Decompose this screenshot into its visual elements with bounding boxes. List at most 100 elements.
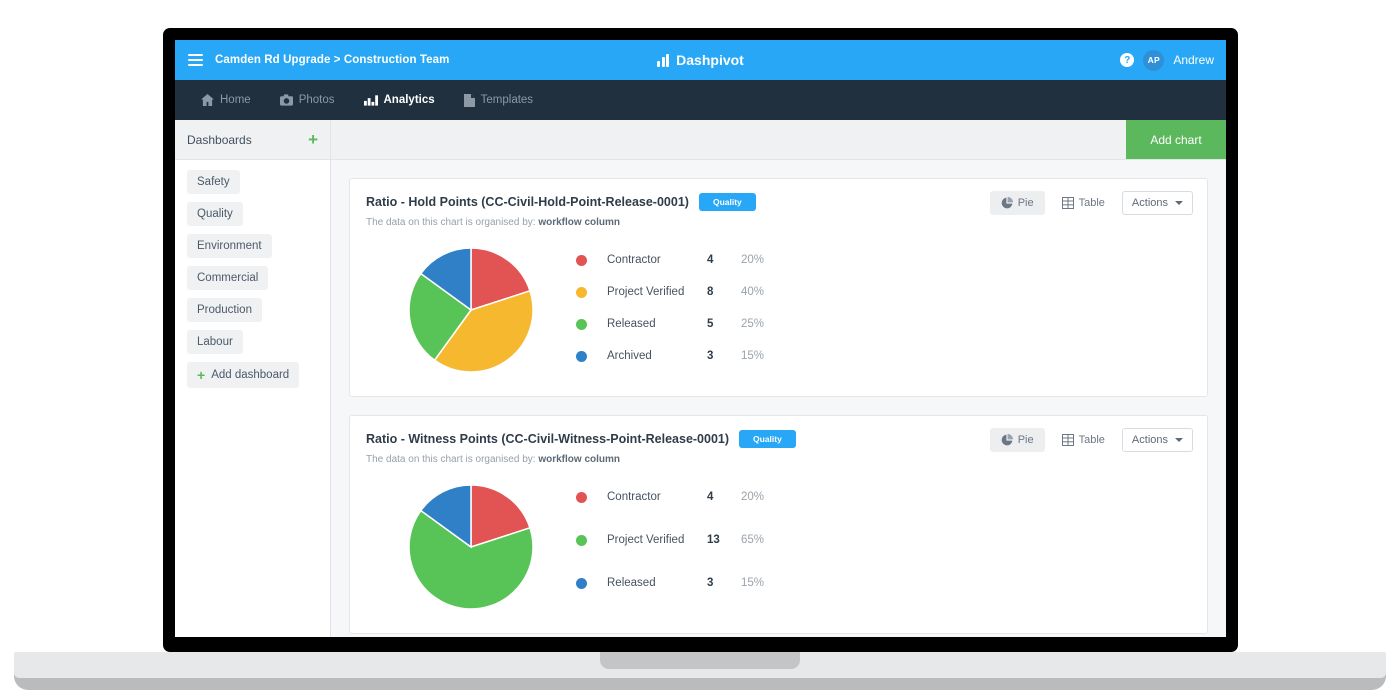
nav-item-photos-label: Photos: [298, 94, 335, 106]
legend-label: Released: [607, 577, 656, 589]
table-view-button[interactable]: Table: [1051, 191, 1116, 215]
sidebar-item-commercial[interactable]: Commercial: [187, 266, 269, 290]
sidebar-item-labour[interactable]: Labour: [187, 330, 243, 354]
status-badge: Quality: [739, 430, 796, 448]
pie-chart-hold-points: [366, 240, 576, 374]
avatar[interactable]: AP: [1143, 49, 1165, 71]
laptop-trackpad-notch: [600, 652, 800, 669]
legend-label: Contractor: [607, 491, 661, 503]
actions-dropdown-button[interactable]: Actions: [1121, 191, 1193, 215]
add-dashboard-button[interactable]: + Add dashboard: [187, 362, 300, 388]
topbar-right-group: ? AP Andrew: [1120, 49, 1214, 71]
card-subtitle-prefix: The data on this chart is organised by:: [366, 217, 536, 228]
plus-icon[interactable]: +: [308, 131, 318, 148]
pie-chart-icon: [1001, 434, 1013, 446]
sidebar-header: Dashboards +: [175, 120, 330, 160]
list-item: Released 3 15%: [576, 577, 1191, 589]
dashboard-list: Safety Quality Environment Commercial Pr…: [175, 160, 330, 388]
list-item: Project Verified 13 65%: [576, 534, 1191, 546]
list-item: Project Verified 8 40%: [576, 286, 1191, 298]
pie-view-label: Pie: [1017, 434, 1034, 446]
add-dashboard-label: Add dashboard: [211, 369, 290, 381]
legend-color-swatch: [576, 577, 587, 589]
list-item: Archived 3 15%: [576, 350, 1191, 362]
workspace: Dashboards + Safety Quality Environment …: [175, 120, 1226, 637]
nav-item-templates[interactable]: Templates: [452, 88, 545, 113]
legend-color-swatch: [576, 286, 587, 298]
list-item: Contractor 4 20%: [576, 491, 1191, 503]
pie-view-button[interactable]: Pie: [989, 428, 1045, 452]
analytics-chart-icon: [363, 94, 378, 106]
chart-cards-container[interactable]: Ratio - Hold Points (CC-Civil-Hold-Point…: [331, 160, 1226, 637]
legend-value: 5: [707, 318, 714, 330]
sidebar-item-production[interactable]: Production: [187, 298, 262, 322]
pie-chart-witness-points: [366, 477, 576, 611]
card-toolbar: Pie Table Actions: [989, 428, 1193, 452]
legend-color-swatch: [576, 491, 587, 503]
card-subtitle: The data on this chart is organised by: …: [366, 217, 1191, 228]
legend-percentage: 25%: [741, 318, 765, 330]
page-title: Ratio - Hold Points (CC-Civil-Hold-Point…: [366, 195, 689, 209]
hamburger-menu-icon[interactable]: [188, 54, 203, 66]
legend-value: 3: [707, 350, 714, 362]
nav-item-analytics[interactable]: Analytics: [352, 88, 447, 112]
chevron-down-icon: [1175, 438, 1183, 442]
question-mark-icon[interactable]: ?: [1120, 53, 1135, 67]
card-subtitle-source: workflow column: [538, 217, 620, 228]
user-name[interactable]: Andrew: [1173, 53, 1214, 67]
card-subtitle-source: workflow column: [538, 454, 620, 465]
main-navigation: Home Photos Analytics Templates: [175, 80, 1226, 120]
breadcrumb[interactable]: Camden Rd Upgrade > Construction Team: [215, 54, 449, 66]
legend-value: 3: [707, 577, 714, 589]
legend-percentage: 15%: [741, 350, 765, 362]
laptop-mockup: Camden Rd Upgrade > Construction Team Da…: [0, 0, 1400, 700]
actions-label: Actions: [1131, 434, 1168, 446]
card-toolbar: Pie Table Actions: [989, 191, 1193, 215]
page-title: Ratio - Witness Points (CC-Civil-Witness…: [366, 432, 730, 446]
table-view-label: Table: [1078, 434, 1105, 446]
table-view-button[interactable]: Table: [1051, 428, 1116, 452]
list-item: Contractor 4 20%: [576, 254, 1191, 266]
content-area: Add chart Ratio - Hold Points (CC-Civil-…: [331, 120, 1226, 637]
pie-chart-icon: [1001, 197, 1013, 209]
legend-value: 13: [707, 534, 720, 546]
chevron-down-icon: [1175, 201, 1183, 205]
legend-percentage: 40%: [741, 286, 765, 298]
legend-percentage: 20%: [741, 491, 765, 503]
chart-card-hold-points: Ratio - Hold Points (CC-Civil-Hold-Point…: [349, 178, 1208, 397]
pie-view-button[interactable]: Pie: [989, 191, 1045, 215]
legend-label: Released: [607, 318, 656, 330]
add-chart-button[interactable]: Add chart: [1126, 120, 1226, 159]
legend-color-swatch: [576, 318, 587, 330]
camera-icon: [279, 94, 293, 106]
card-body: Contractor 4 20% Project Verified 8 40%: [350, 234, 1207, 396]
chart-legend: Contractor 4 20% Project Verified 13 65%: [576, 477, 1191, 589]
brand-name: Dashpivot: [676, 52, 744, 68]
legend-value: 4: [707, 254, 714, 266]
plus-icon: +: [197, 367, 206, 383]
nav-item-templates-label: Templates: [480, 94, 534, 106]
document-icon: [463, 93, 475, 107]
nav-item-photos[interactable]: Photos: [268, 88, 347, 112]
sidebar-item-safety[interactable]: Safety: [187, 170, 240, 194]
card-subtitle-prefix: The data on this chart is organised by:: [366, 454, 536, 465]
sidebar-item-quality[interactable]: Quality: [187, 202, 243, 226]
home-icon: [201, 94, 214, 106]
sidebar-item-environment[interactable]: Environment: [187, 234, 272, 258]
legend-color-swatch: [576, 254, 587, 266]
card-subtitle: The data on this chart is organised by: …: [366, 454, 1191, 465]
nav-item-home[interactable]: Home: [189, 88, 263, 112]
table-grid-icon: [1061, 434, 1074, 446]
list-item: Released 5 25%: [576, 318, 1191, 330]
actions-dropdown-button[interactable]: Actions: [1121, 428, 1193, 452]
top-brand-bar: Camden Rd Upgrade > Construction Team Da…: [175, 40, 1226, 80]
table-grid-icon: [1061, 197, 1074, 209]
status-badge: Quality: [698, 193, 756, 211]
chart-legend: Contractor 4 20% Project Verified 8 40%: [576, 240, 1191, 362]
pie-svg: [408, 247, 534, 373]
card-body: Contractor 4 20% Project Verified 13 65%: [350, 471, 1207, 633]
legend-label: Project Verified: [607, 286, 685, 298]
actions-label: Actions: [1131, 197, 1168, 209]
legend-percentage: 65%: [741, 534, 765, 546]
legend-color-swatch: [576, 350, 587, 362]
